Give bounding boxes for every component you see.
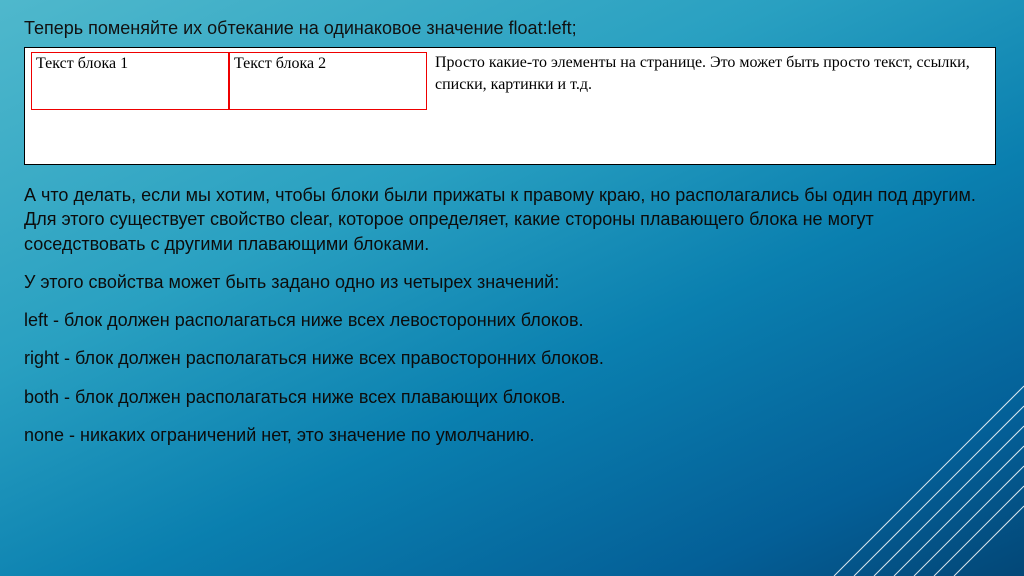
float-block-1: Текст блока 1 <box>31 52 229 110</box>
float-flow-text: Просто какие-то элементы на странице. Эт… <box>431 52 989 95</box>
heading: Теперь поменяйте их обтекание на одинако… <box>24 18 1000 39</box>
option-both: both - блок должен располагаться ниже вс… <box>24 385 1000 409</box>
slide: Теперь поменяйте их обтекание на одинако… <box>0 0 1024 576</box>
option-right: right - блок должен располагаться ниже в… <box>24 346 1000 370</box>
option-left: left - блок должен располагаться ниже вс… <box>24 308 1000 332</box>
paragraph-clear-intro: А что делать, если мы хотим, чтобы блоки… <box>24 183 1000 256</box>
option-none: none - никаких ограничений нет, это знач… <box>24 423 1000 447</box>
example-box: Текст блока 1 Текст блока 2 Просто какие… <box>24 47 996 165</box>
paragraph-values-intro: У этого свойства может быть задано одно … <box>24 270 1000 294</box>
float-block-2: Текст блока 2 <box>229 52 427 110</box>
